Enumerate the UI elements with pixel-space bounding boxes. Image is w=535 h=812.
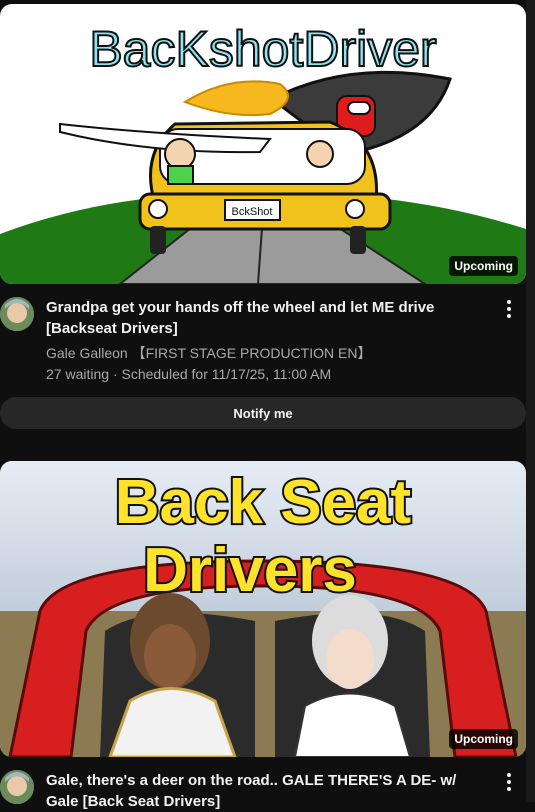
more-options-icon[interactable] bbox=[500, 297, 518, 321]
notify-me-button[interactable]: Notify me bbox=[0, 397, 526, 429]
thumbnail-title-text: BacKshotDriver bbox=[89, 21, 436, 77]
more-options-icon[interactable] bbox=[500, 770, 518, 794]
avatar-image bbox=[0, 297, 34, 331]
upcoming-badge: Upcoming bbox=[449, 729, 518, 749]
channel-avatar[interactable] bbox=[0, 297, 34, 331]
video-stats: 27 waiting · Scheduled for 11/17/25, 11:… bbox=[46, 366, 332, 382]
scrollbar[interactable] bbox=[526, 0, 535, 802]
thumbnail-drawing: BckShot BacKshotDriver bbox=[0, 20, 526, 284]
video-card-1[interactable]: BckShot BacKshotDriver Upcoming Grandpa … bbox=[0, 0, 526, 440]
video-thumbnail[interactable]: BckShot BacKshotDriver Upcoming bbox=[0, 4, 526, 284]
upcoming-badge: Upcoming bbox=[449, 256, 518, 276]
thumbnail-artwork: Back Seat Drivers bbox=[0, 461, 526, 757]
channel-name[interactable]: Gale Galleon 【FIRST STAGE PRODUCTION EN】 bbox=[46, 343, 371, 363]
avatar-image bbox=[0, 770, 34, 804]
video-card-2[interactable]: Back Seat Drivers Upcoming Gale, there's… bbox=[0, 461, 526, 810]
thumbnail-title-line2: Drivers bbox=[143, 536, 357, 605]
channel-avatar[interactable] bbox=[0, 770, 34, 804]
video-title[interactable]: Gale, there's a deer on the road.. GALE … bbox=[46, 770, 486, 812]
video-title[interactable]: Grandpa get your hands off the wheel and… bbox=[46, 297, 486, 339]
thumbnail-title-line1: Back Seat bbox=[115, 468, 411, 537]
license-plate-text: BckShot bbox=[232, 206, 273, 218]
video-thumbnail[interactable]: Back Seat Drivers Upcoming bbox=[0, 461, 526, 757]
